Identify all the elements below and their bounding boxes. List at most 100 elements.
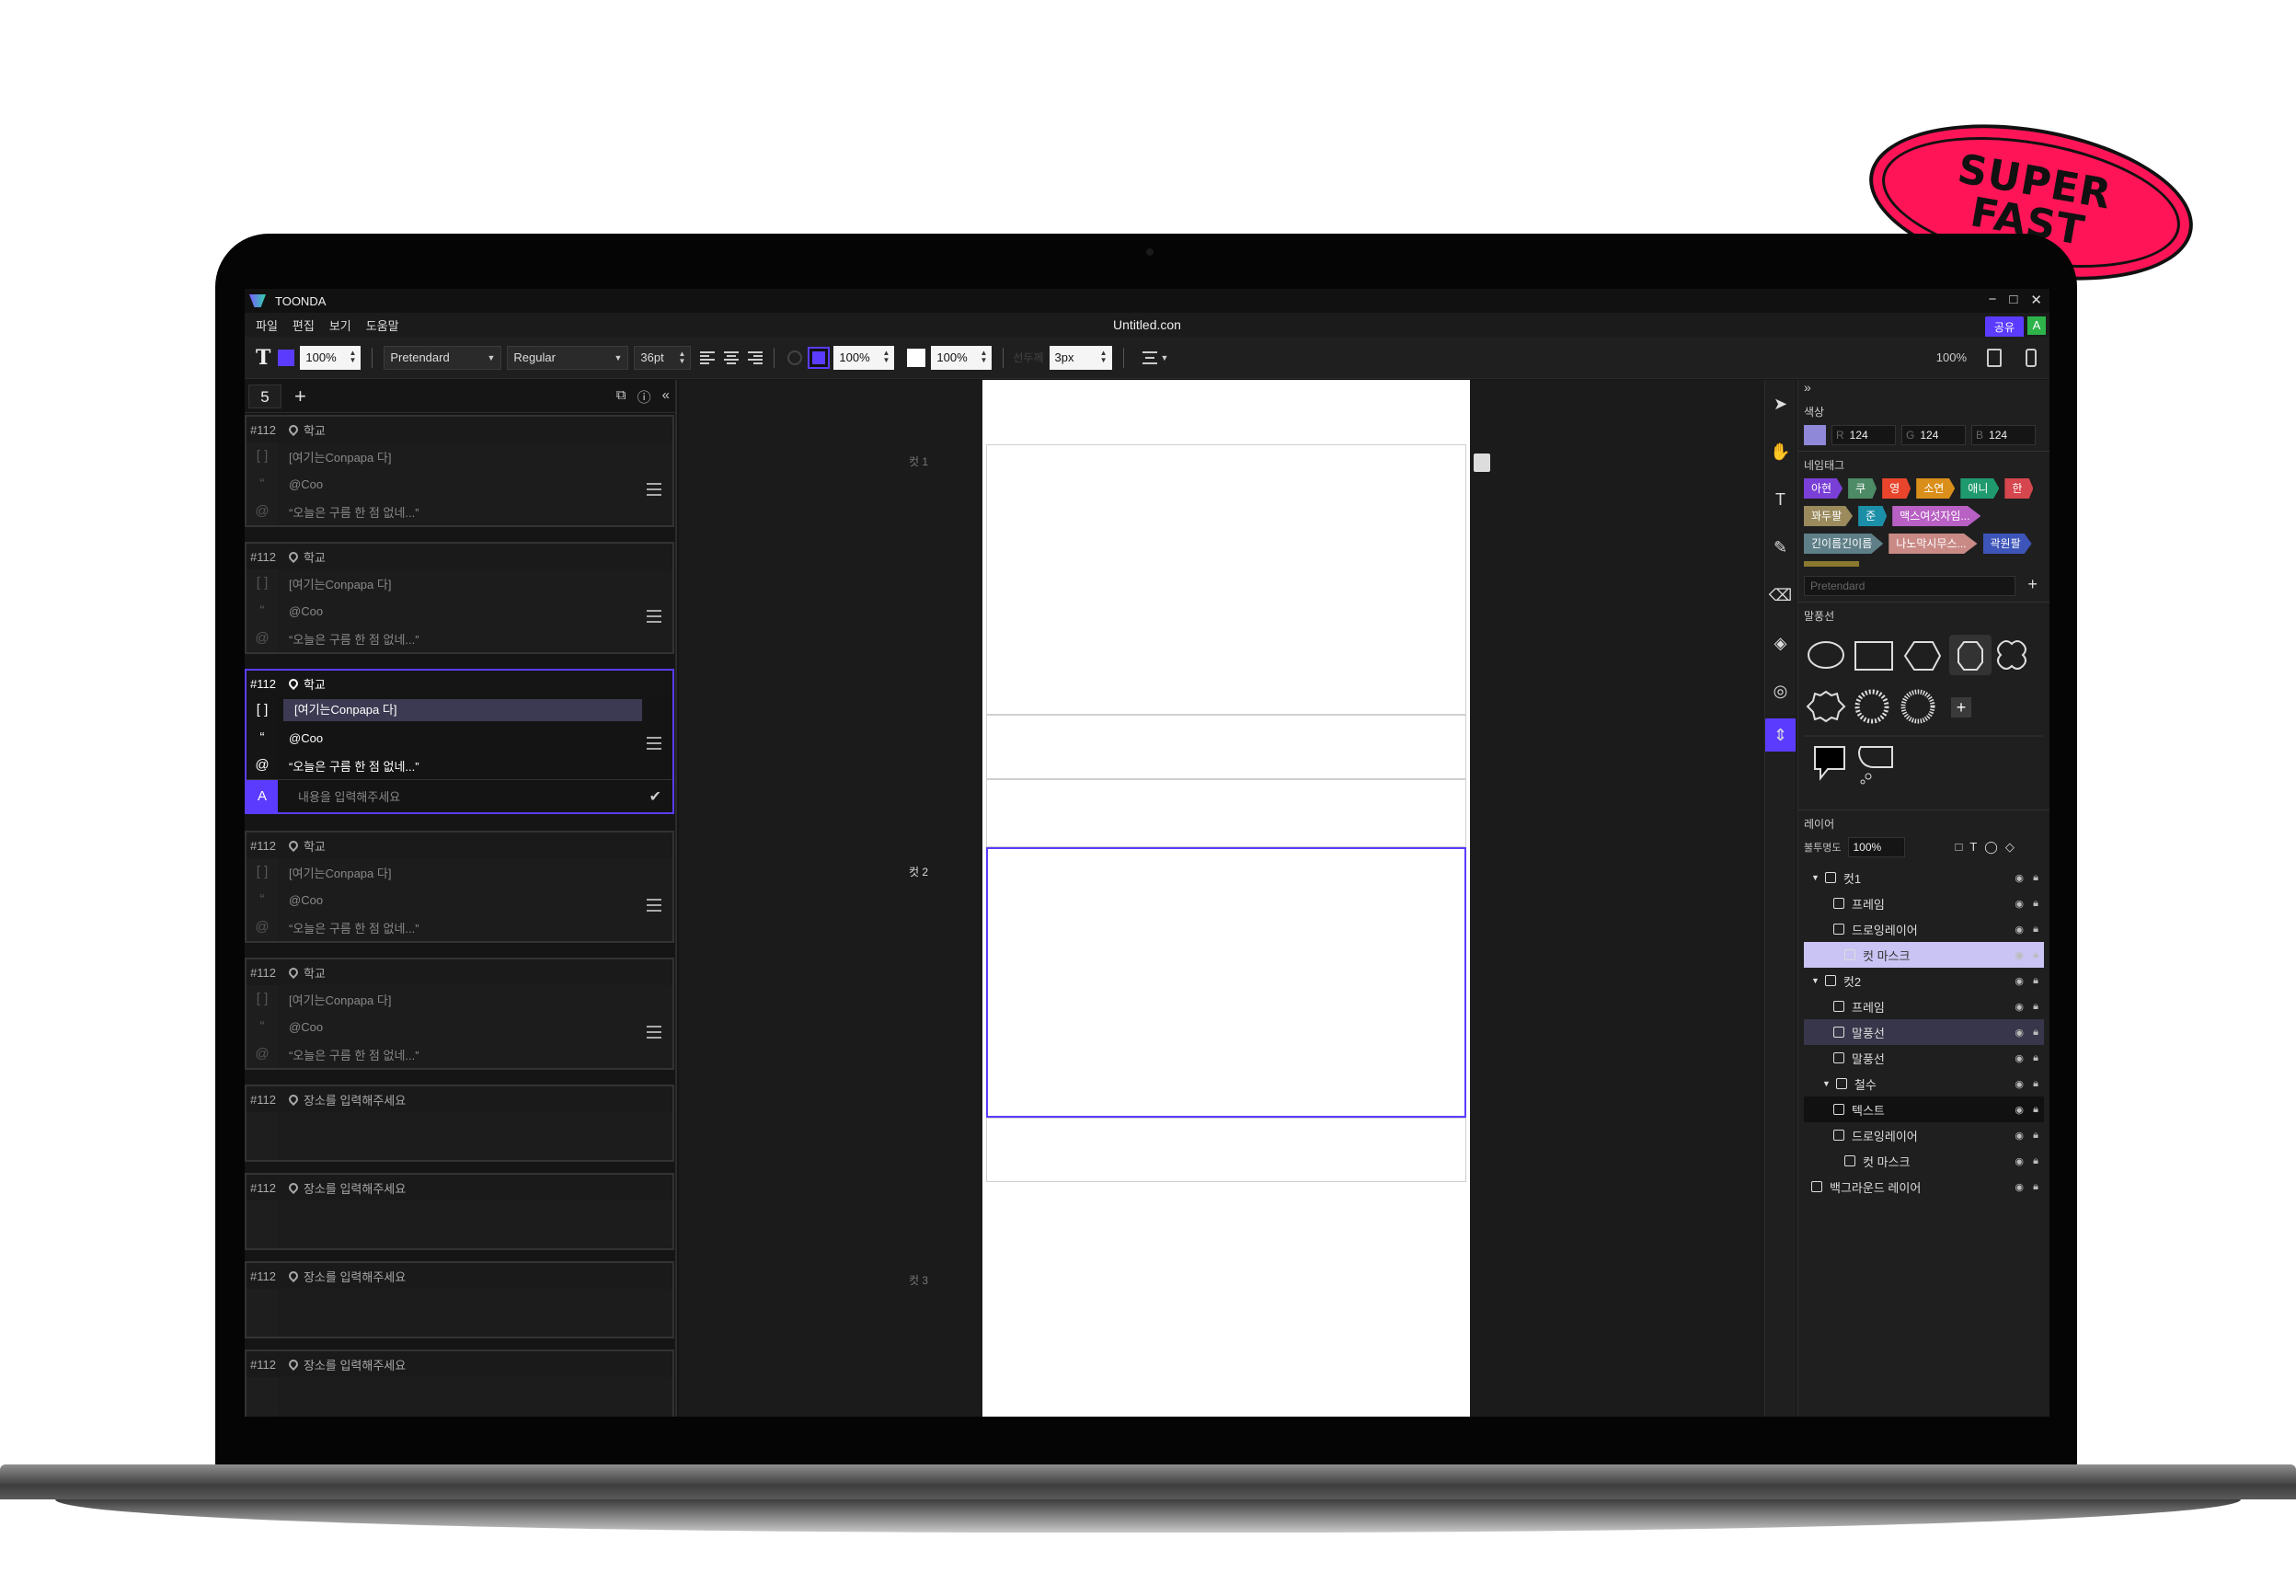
lock-icon[interactable]: 🔒︎: [2033, 1001, 2038, 1013]
layer-row[interactable]: 드로잉레이어 ◉ 🔒︎: [1804, 916, 2044, 942]
scene-place[interactable]: 학교: [304, 421, 326, 439]
scene-character[interactable]: @Coo: [289, 477, 323, 491]
font-weight-select[interactable]: Regular ▼: [507, 345, 629, 370]
scene-card[interactable]: #112 학교[ ] [여기는Conpapa 다] “@Coo @ “오늘은 구름 한 점…: [245, 669, 674, 814]
name-tag[interactable]: 영: [1882, 478, 1911, 499]
name-tag[interactable]: 한: [2004, 478, 2034, 499]
scene-dialogue[interactable]: “오늘은 구름 한 점 없네...”: [289, 757, 419, 775]
align-center-icon[interactable]: [724, 350, 740, 364]
layer-row[interactable]: ▼ 컷2 ◉ 🔒︎: [1804, 968, 2044, 993]
b-input[interactable]: B 124: [1971, 425, 2036, 445]
stroke-width-input[interactable]: 3px ▲ ▼: [1049, 345, 1112, 370]
name-tag[interactable]: 아현: [1804, 478, 1843, 499]
scene-dialogue[interactable]: “오늘은 구름 한 점 없네...”: [289, 630, 419, 648]
close-button[interactable]: ✕: [2030, 292, 2042, 308]
layer-row[interactable]: 프레임 ◉ 🔒︎: [1804, 993, 2044, 1019]
expand-icon[interactable]: »: [1798, 380, 2049, 398]
layer-filter-icons[interactable]: □T◯◇: [1955, 840, 2021, 855]
align-left-icon[interactable]: [700, 350, 716, 364]
lock-icon[interactable]: 🔒︎: [2033, 898, 2038, 910]
lock-icon[interactable]: 🔒︎: [2033, 924, 2038, 936]
drag-handle-icon[interactable]: [647, 1026, 661, 1039]
layer-row[interactable]: ▼ 철수 ◉ 🔒︎: [1804, 1071, 2044, 1097]
cut-1-frame[interactable]: [986, 444, 1466, 715]
eye-icon[interactable]: ◉: [2015, 1181, 2024, 1193]
menu-file[interactable]: 파일: [256, 316, 278, 334]
layer-row[interactable]: 텍스트 ◉ 🔒︎: [1804, 1097, 2044, 1122]
bubble-shapes[interactable]: +: [1804, 629, 2043, 804]
name-tag[interactable]: 나노막시무스...: [1888, 534, 1978, 554]
scene-description[interactable]: [여기는Conpapa 다]: [289, 448, 391, 465]
scene-card[interactable]: #112 학교[ ] [여기는Conpapa 다] “@Coo @ “오늘은 구름 한 점…: [245, 831, 674, 943]
no-fill-icon[interactable]: [787, 350, 803, 365]
eye-icon[interactable]: ◉: [2015, 872, 2024, 884]
scene-place[interactable]: 장소를 입력해주세요: [304, 1356, 406, 1373]
chevron-down-icon[interactable]: ▼: [1822, 1079, 1831, 1088]
lock-icon[interactable]: 🔒︎: [2033, 949, 2038, 961]
scene-dialogue[interactable]: “오늘은 구름 한 점 없네...”: [289, 1046, 419, 1063]
layer-row[interactable]: 백그라운드 레이어 ◉ 🔒︎: [1804, 1174, 2044, 1200]
lock-icon[interactable]: 🔒︎: [2033, 872, 2038, 884]
menu-edit[interactable]: 편집: [293, 316, 315, 334]
eye-icon[interactable]: ◉: [2015, 1078, 2024, 1090]
layer-row[interactable]: 말풍선 ◉ 🔒︎: [1804, 1019, 2044, 1045]
lock-icon[interactable]: 🔒︎: [2033, 1181, 2038, 1193]
scene-description[interactable]: [여기는Conpapa 다]: [289, 575, 391, 592]
name-tag[interactable]: 꽈두팔: [1804, 506, 1854, 526]
fill-opacity-input[interactable]: 100% ▲ ▼: [833, 345, 895, 370]
cut-2-frame[interactable]: [986, 847, 1466, 1118]
confirm-icon[interactable]: ✔: [649, 787, 661, 806]
chevron-down-icon[interactable]: ▼: [1811, 873, 1820, 882]
scene-place[interactable]: 학교: [304, 675, 326, 693]
scene-character[interactable]: @Coo: [289, 1020, 323, 1034]
lock-icon[interactable]: 🔒︎: [2033, 1130, 2038, 1142]
layer-row[interactable]: 컷 마스크 ◉ 🔒︎: [1804, 1148, 2044, 1174]
drag-handle-icon[interactable]: [647, 737, 661, 750]
eye-icon[interactable]: ◉: [2015, 949, 2024, 961]
color-preview[interactable]: [1804, 425, 1826, 445]
scene-card[interactable]: #112 학교[ ] [여기는Conpapa 다] “@Coo @ “오늘은 구름 한 점…: [245, 415, 674, 527]
lock-icon[interactable]: 🔒︎: [2033, 1155, 2038, 1167]
scene-place[interactable]: 장소를 입력해주세요: [304, 1179, 406, 1197]
menu-help[interactable]: 도움말: [366, 316, 399, 334]
share-button[interactable]: 공유: [1984, 316, 2024, 338]
scene-card[interactable]: #112 장소를 입력해주세요: [245, 1085, 674, 1162]
add-tag-button[interactable]: +: [2027, 575, 2038, 593]
line-spacing-icon[interactable]: [1142, 350, 1157, 364]
info-icon[interactable]: ⓘ: [637, 387, 651, 407]
mobile-preview-icon[interactable]: [2026, 348, 2037, 367]
scene-dialogue[interactable]: “오늘은 구름 한 점 없네...”: [289, 503, 419, 521]
pen-tool-icon[interactable]: ✎: [1765, 523, 1796, 571]
font-size-input[interactable]: 36pt ▲ ▼: [634, 345, 692, 370]
eye-icon[interactable]: ◉: [2015, 924, 2024, 936]
hand-tool-icon[interactable]: ✋: [1765, 428, 1796, 476]
layer-row[interactable]: ▼ 컷1 ◉ 🔒︎: [1804, 865, 2044, 890]
eye-icon[interactable]: ◉: [2015, 1130, 2024, 1142]
scene-card[interactable]: #112 장소를 입력해주세요: [245, 1261, 674, 1338]
avatar[interactable]: A: [2027, 316, 2046, 335]
drag-handle-icon[interactable]: [647, 899, 661, 912]
minimize-button[interactable]: −: [1989, 292, 1997, 308]
eye-icon[interactable]: ◉: [2015, 1001, 2024, 1013]
scene-character[interactable]: @Coo: [289, 893, 323, 907]
episode-number-input[interactable]: 5: [248, 384, 281, 408]
lock-icon[interactable]: 🔒︎: [2033, 975, 2038, 987]
scene-card[interactable]: #112 장소를 입력해주세요: [245, 1173, 674, 1250]
text-opacity-input[interactable]: 100% ▲ ▼: [300, 345, 362, 370]
text-color-swatch[interactable]: [278, 349, 295, 366]
content-input[interactable]: 내용을 입력해주세요: [298, 787, 400, 805]
stroke-color-swatch[interactable]: [808, 346, 831, 369]
clipboard-icon[interactable]: [1987, 348, 2002, 367]
lock-icon[interactable]: 🔒︎: [2033, 1104, 2038, 1116]
add-scene-button[interactable]: +: [294, 385, 306, 408]
name-tag[interactable]: 맥스여섯자임...: [1892, 506, 1981, 526]
layer-row[interactable]: 말풍선 ◉ 🔒︎: [1804, 1045, 2044, 1071]
r-input[interactable]: R 124: [1831, 425, 1896, 445]
name-tag[interactable]: 애니: [1960, 478, 2000, 499]
select-tool-icon[interactable]: ➤: [1765, 380, 1796, 428]
scene-place[interactable]: 학교: [304, 548, 326, 566]
scene-character[interactable]: @Coo: [289, 604, 323, 618]
fill-tool-icon[interactable]: ◈: [1765, 619, 1796, 667]
layer-row[interactable]: 프레임 ◉ 🔒︎: [1804, 890, 2044, 916]
scene-place[interactable]: 장소를 입력해주세요: [304, 1091, 406, 1108]
